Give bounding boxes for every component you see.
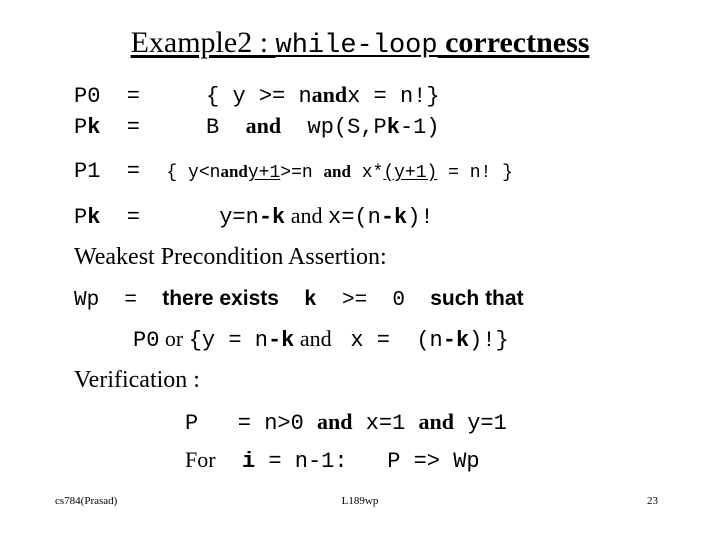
pv-and-2: and [418, 409, 455, 434]
pk1-and: and [245, 113, 282, 138]
p0-and: and [311, 82, 348, 107]
p0or-open-paren: (n [403, 328, 443, 353]
slide-canvas: Example2 : while-loop correctness P0 = {… [0, 0, 720, 540]
pk2-lhs-minus: - [258, 205, 273, 230]
pk2-lhs-k: k [272, 205, 286, 230]
for-implies: => [413, 449, 454, 474]
for-p: P [347, 449, 414, 474]
wp-such-that: such that [430, 287, 524, 310]
footer-lecture-id: L189wp [341, 495, 379, 507]
pk2-rhs-k: k [394, 205, 408, 230]
wp-there-exists: there exists [162, 287, 279, 310]
assertion-line-pk-recurrence: Pk = B and wp(S,Pk-1) [74, 113, 440, 140]
for-keyword: For [185, 447, 216, 472]
wp-zero: 0 [379, 289, 431, 312]
pv-condition-2: x=1 [352, 411, 419, 436]
assertion-line-pk-closed-form: Pk = y=n-k and x=(n-k)! [74, 203, 434, 230]
pk2-lhs-prefix: y=n [166, 205, 259, 230]
footer-page-number: 23 [647, 495, 658, 507]
pk2-equals: = [100, 205, 167, 230]
for-wp: Wp [453, 449, 480, 474]
assertion-line-p0: P0 = { y >= nandx = n!} [74, 82, 440, 109]
pk1-wp-suffix: -1) [399, 115, 440, 140]
pk1-label-p: P [74, 115, 88, 140]
p0or-minus-2: - [442, 328, 456, 353]
p0or-open-brace: {y = n [188, 328, 268, 353]
p0-condition-2: x = n! [347, 84, 427, 109]
pv-equals: = [198, 411, 265, 436]
pk2-and: and [285, 203, 329, 228]
pk1-loop-guard: B [166, 115, 246, 140]
p1-condition-4: = n! } [437, 163, 513, 183]
p0-equals: = [100, 84, 167, 109]
title-part-correctness: correctness [437, 26, 590, 59]
verification-heading: Verification : [74, 367, 200, 393]
pk2-rhs-suffix: )! [407, 205, 434, 230]
p1-condition-1: y<n [188, 163, 221, 183]
p0or-k-1: k [281, 328, 295, 353]
page-title: Example2 : while-loop correctness [0, 26, 720, 61]
p0or-close: )!} [469, 328, 509, 353]
p0-open-brace: { [166, 84, 233, 109]
p1-condition-2: >=n [280, 163, 324, 183]
pv-label: P [185, 411, 199, 436]
for-index-value: n-1: [294, 449, 348, 474]
for-index-i: i [215, 449, 256, 474]
title-part-example: Example2 : [130, 26, 276, 59]
pk1-wp-k: k [386, 115, 400, 140]
pv-condition-1: n>0 [264, 411, 318, 436]
wp-body-line: P0 or {y = n-k and x = (n-k)!} [133, 326, 509, 353]
pk2-rhs-minus: - [380, 205, 395, 230]
verification-precondition-line: P = n>0 and x=1 and y=1 [185, 409, 507, 436]
pk1-equals: = [100, 115, 167, 140]
p0or-p0: P0 [133, 328, 160, 353]
wp-k: k [278, 289, 342, 312]
pk1-wp-prefix: wp(S,P [281, 115, 387, 140]
p0-close-brace: } [426, 84, 440, 109]
p0-condition-1: y >= n [232, 84, 312, 109]
p1-open-brace: { [166, 163, 189, 183]
p0or-minus-1: - [267, 328, 282, 353]
weakest-precondition-heading: Weakest Precondition Assertion: [74, 244, 387, 270]
p0or-x-equals: x = [337, 328, 404, 353]
p0or-or: or [159, 326, 189, 351]
pv-condition-3: y=1 [454, 411, 507, 436]
wp-equals: = [99, 289, 163, 312]
pk2-label-k: k [87, 205, 101, 230]
pk2-rhs-prefix: x=(n [328, 205, 381, 230]
p0-label: P0 [74, 84, 101, 109]
p1-underlined-paren-y-plus-1: (y+1) [383, 163, 438, 183]
p1-equals: = [100, 159, 167, 184]
slide-footer: cs784(Prasad) L189wp 23 [0, 495, 720, 515]
pv-and-1: and [317, 409, 353, 434]
pk2-label-p: P [74, 205, 88, 230]
wp-definition-line: Wp = there exists k >= 0 such that [74, 286, 524, 312]
p1-condition-3: x* [350, 163, 384, 183]
p1-underlined-y-plus-1: y+1 [247, 163, 281, 183]
p1-and-2: and [323, 162, 351, 181]
p0or-and: and [294, 326, 338, 351]
title-part-while-loop: while-loop [275, 31, 438, 61]
assertion-line-p1: P1 = { y<nandy+1>=n and x*(y+1) = n! } [74, 159, 513, 184]
p1-and-1: and [220, 162, 248, 181]
p0or-k-2: k [455, 328, 470, 353]
wp-label: Wp [74, 289, 100, 312]
pk1-label-k: k [87, 115, 101, 140]
p1-label: P1 [74, 159, 101, 184]
verification-implication-line: For i = n-1: P => Wp [185, 447, 480, 474]
wp-greater-equal: >= [341, 289, 380, 312]
for-equals: = [255, 449, 295, 474]
